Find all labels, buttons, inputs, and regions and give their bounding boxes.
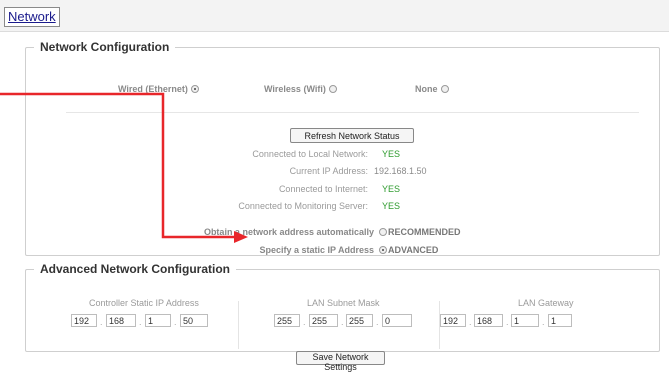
octet-separator: . bbox=[469, 317, 472, 327]
radio-static[interactable] bbox=[379, 246, 387, 254]
controller-ip-octet-2[interactable] bbox=[106, 314, 136, 327]
status-row: Connected to Local Network: YES bbox=[26, 148, 659, 160]
address-mode-tag: ADVANCED bbox=[388, 245, 439, 255]
column-title: Controller Static IP Address bbox=[89, 298, 199, 308]
controller-ip-octet-1[interactable] bbox=[71, 314, 97, 327]
column-title: LAN Subnet Mask bbox=[307, 298, 380, 308]
subnet-mask-octet-2[interactable] bbox=[309, 314, 338, 327]
connection-option-label: Wired (Ethernet) bbox=[118, 84, 188, 94]
divider bbox=[66, 112, 639, 113]
address-mode-label: Obtain a network address automatically bbox=[203, 227, 374, 237]
address-mode-tag: RECOMMENDED bbox=[388, 227, 461, 237]
advanced-network-configuration-legend: Advanced Network Configuration bbox=[40, 262, 231, 276]
octet-separator: . bbox=[139, 317, 142, 327]
controller-ip-octet-3[interactable] bbox=[145, 314, 171, 327]
status-value: 192.168.1.50 bbox=[374, 166, 427, 176]
lan-gateway-group: LAN Gateway . . . bbox=[440, 298, 650, 358]
lan-gateway-octet-4[interactable] bbox=[548, 314, 572, 327]
octet-separator: . bbox=[174, 317, 177, 327]
radio-wired[interactable] bbox=[190, 85, 199, 93]
connection-option-label: Wireless (Wifi) bbox=[264, 84, 326, 94]
octet-separator: . bbox=[542, 317, 545, 327]
connection-option-wired[interactable]: Wired (Ethernet) bbox=[118, 84, 199, 94]
address-mode-automatic[interactable]: Obtain a network address automatically R… bbox=[26, 226, 659, 238]
status-label: Connected to Monitoring Server: bbox=[238, 201, 368, 211]
radio-automatic[interactable] bbox=[379, 228, 387, 236]
lan-gateway-octet-3[interactable] bbox=[511, 314, 539, 327]
connection-option-label: None bbox=[415, 84, 438, 94]
controller-ip-group: Controller Static IP Address . . . bbox=[71, 298, 241, 358]
status-label: Connected to Local Network: bbox=[252, 149, 368, 159]
controller-ip-octet-4[interactable] bbox=[180, 314, 208, 327]
lan-gateway-octet-1[interactable] bbox=[440, 314, 466, 327]
tab-network[interactable]: Network bbox=[4, 7, 60, 27]
octet-separator: . bbox=[506, 317, 509, 327]
column-title: LAN Gateway bbox=[518, 298, 574, 308]
subnet-mask-group: LAN Subnet Mask . . . bbox=[274, 298, 424, 358]
octet-separator: . bbox=[303, 317, 306, 327]
octet-separator: . bbox=[376, 317, 379, 327]
advanced-network-configuration-panel: Advanced Network Configuration Controlle… bbox=[25, 262, 660, 352]
status-value: YES bbox=[382, 201, 401, 211]
connection-option-none[interactable]: None bbox=[415, 84, 449, 94]
address-mode-label: Specify a static IP Address bbox=[259, 245, 374, 255]
status-label: Current IP Address: bbox=[289, 166, 368, 176]
save-network-settings-button[interactable]: Save Network Settings bbox=[296, 351, 385, 372]
status-label: Connected to Internet: bbox=[278, 184, 368, 194]
status-row: Current IP Address: 192.168.1.50 bbox=[26, 165, 659, 177]
status-row: Connected to Internet: YES bbox=[26, 183, 659, 195]
column-divider bbox=[238, 301, 239, 349]
network-configuration-legend: Network Configuration bbox=[40, 40, 170, 54]
connection-option-wireless[interactable]: Wireless (Wifi) bbox=[264, 84, 337, 94]
status-value: YES bbox=[382, 184, 401, 194]
status-row: Connected to Monitoring Server: YES bbox=[26, 200, 659, 212]
tab-bar: Network bbox=[0, 0, 669, 32]
address-mode-static[interactable]: Specify a static IP Address ADVANCED bbox=[26, 244, 659, 256]
radio-none[interactable] bbox=[440, 85, 449, 93]
refresh-network-status-button[interactable]: Refresh Network Status bbox=[290, 128, 414, 143]
octet-separator: . bbox=[341, 317, 344, 327]
subnet-mask-octet-1[interactable] bbox=[274, 314, 300, 327]
status-value: YES bbox=[382, 149, 401, 159]
octet-separator: . bbox=[100, 317, 103, 327]
lan-gateway-octet-2[interactable] bbox=[474, 314, 503, 327]
network-configuration-panel: Network Configuration Wired (Ethernet) W… bbox=[25, 40, 660, 256]
radio-wireless[interactable] bbox=[328, 85, 337, 93]
subnet-mask-octet-4[interactable] bbox=[382, 314, 412, 327]
subnet-mask-octet-3[interactable] bbox=[346, 314, 373, 327]
